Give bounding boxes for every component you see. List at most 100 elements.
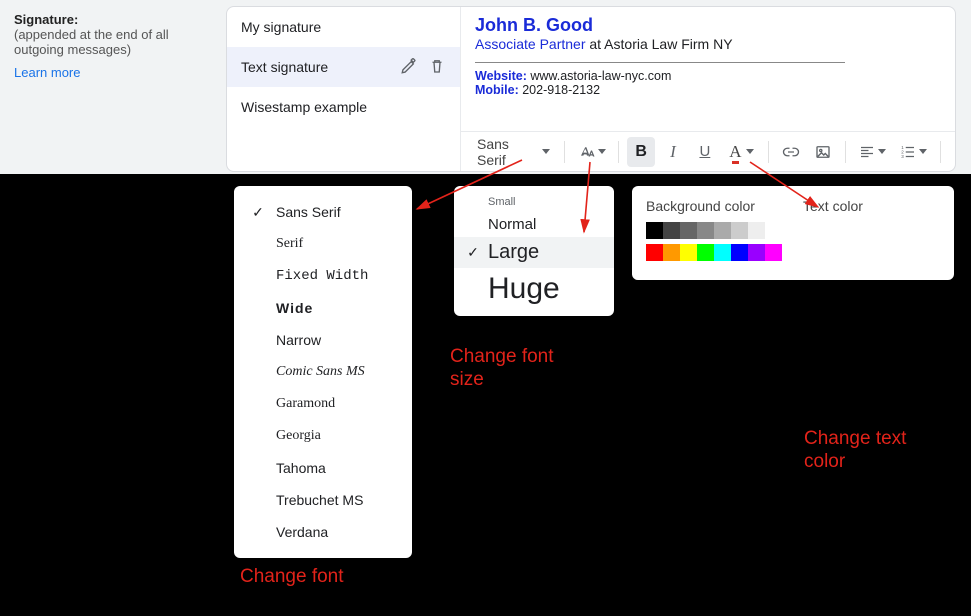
font-option[interactable]: ✓ Sans Serif (234, 196, 412, 228)
chevron-down-icon (598, 149, 606, 154)
underline-button[interactable]: U (691, 137, 719, 167)
text-color-menu: Background color Text color (632, 186, 954, 280)
chevron-down-icon (919, 149, 927, 154)
font-option[interactable]: Verdana (234, 516, 412, 548)
signature-item-0[interactable]: My signature (227, 7, 460, 47)
signature-list: My signature Text signature Wisestamp ex… (227, 7, 461, 171)
signature-item-label: My signature (241, 19, 321, 35)
font-option-label: Garamond (276, 396, 335, 412)
size-option-label: Normal (488, 216, 536, 233)
preview-role-suffix: at Astoria Law Firm NY (586, 36, 733, 52)
size-option[interactable]: ✓ Large (454, 237, 614, 268)
font-option-label: Wide (276, 300, 313, 316)
text-color-column: Text color (803, 198, 940, 266)
font-option[interactable]: Fixed Width (234, 260, 412, 292)
size-option-label: Small (488, 196, 516, 208)
toolbar-separator (564, 141, 565, 163)
size-option[interactable]: Normal (454, 212, 614, 237)
font-option[interactable]: Narrow (234, 324, 412, 356)
chevron-down-icon (878, 149, 886, 154)
font-family-label: Sans Serif (477, 136, 536, 168)
font-option-label: Trebuchet MS (276, 492, 363, 508)
font-size-menu: Small Normal ✓ Large Huge (454, 186, 614, 316)
font-option-label: Narrow (276, 332, 321, 348)
list-button[interactable]: 123 (895, 137, 932, 167)
font-option[interactable]: Garamond (234, 388, 412, 420)
align-button[interactable] (854, 137, 891, 167)
size-option-label: Large (488, 241, 539, 264)
font-option[interactable]: Serif (234, 228, 412, 260)
font-option[interactable]: Comic Sans MS (234, 356, 412, 388)
color-swatch[interactable] (680, 244, 697, 261)
settings-panel: Signature: (appended at the end of all o… (0, 0, 971, 174)
color-swatch[interactable] (663, 244, 680, 261)
color-swatch[interactable] (765, 222, 782, 239)
callout-change-size: Change font size (450, 346, 590, 392)
font-option-label: Serif (276, 236, 303, 252)
toolbar-separator (618, 141, 619, 163)
font-option[interactable]: Trebuchet MS (234, 484, 412, 516)
color-swatch[interactable] (697, 244, 714, 261)
font-family-button[interactable]: Sans Serif (471, 132, 556, 172)
font-option-label: Sans Serif (276, 204, 341, 220)
toolbar-separator (845, 141, 846, 163)
color-swatch[interactable] (748, 222, 765, 239)
color-swatch[interactable] (765, 244, 782, 261)
chevron-down-icon (746, 149, 754, 154)
preview-divider (475, 62, 845, 63)
preview-name: John B. Good (475, 15, 941, 36)
delete-icon[interactable] (428, 57, 446, 78)
font-option[interactable]: Georgia (234, 420, 412, 452)
color-swatch[interactable] (714, 222, 731, 239)
preview-website-value: www.astoria-law-nyc.com (527, 69, 671, 83)
edit-icon[interactable] (400, 57, 418, 78)
font-family-menu: ✓ Sans Serif Serif Fixed Width Wide Narrow Com… (234, 186, 412, 558)
toolbar-separator (768, 141, 769, 163)
color-swatch[interactable] (731, 222, 748, 239)
signature-item-1[interactable]: Text signature (227, 47, 460, 87)
font-option-label: Georgia (276, 428, 321, 444)
font-option-label: Comic Sans MS (276, 364, 365, 380)
color-swatch[interactable] (663, 222, 680, 239)
insert-image-button[interactable] (809, 137, 837, 167)
signature-item-2[interactable]: Wisestamp example (227, 87, 460, 127)
preview-website-label: Website: (475, 69, 527, 83)
color-swatch[interactable] (680, 222, 697, 239)
color-swatch[interactable] (714, 244, 731, 261)
check-icon: ✓ (466, 244, 480, 261)
italic-button[interactable]: I (659, 137, 687, 167)
bold-button[interactable]: B (627, 137, 655, 167)
font-option-label: Tahoma (276, 460, 326, 476)
learn-more-link[interactable]: Learn more (14, 65, 80, 80)
text-color-heading: Text color (803, 198, 940, 214)
insert-link-button[interactable] (777, 137, 805, 167)
signature-description: (appended at the end of all outgoing mes… (14, 27, 212, 57)
color-swatch[interactable] (646, 222, 663, 239)
preview-body[interactable]: John B. Good Associate Partner at Astori… (461, 7, 955, 131)
color-swatch[interactable] (748, 244, 765, 261)
signature-item-label: Wisestamp example (241, 99, 367, 115)
font-option[interactable]: Tahoma (234, 452, 412, 484)
text-color-button[interactable]: A (723, 137, 760, 167)
size-option[interactable]: Small (454, 192, 614, 212)
font-option-label: Fixed Width (276, 268, 368, 284)
background-color-heading: Background color (646, 198, 783, 214)
font-option[interactable]: Wide (234, 292, 412, 324)
font-size-button[interactable] (573, 137, 610, 167)
font-option-label: Verdana (276, 524, 328, 540)
signature-card: My signature Text signature Wisestamp ex… (226, 6, 956, 172)
size-option[interactable]: Huge (454, 268, 614, 310)
preview-mobile-label: Mobile: (475, 83, 519, 97)
background-color-column: Background color (646, 198, 783, 266)
check-icon: ✓ (250, 204, 266, 221)
toolbar-separator (940, 141, 941, 163)
color-swatch[interactable] (731, 244, 748, 261)
color-swatch[interactable] (697, 222, 714, 239)
callout-change-font: Change font (240, 566, 344, 589)
signature-heading-block: Signature: (appended at the end of all o… (0, 0, 226, 92)
format-toolbar: Sans Serif B I U A (461, 131, 955, 171)
signature-preview: John B. Good Associate Partner at Astori… (461, 7, 955, 171)
preview-mobile-value: 202-918-2132 (519, 83, 600, 97)
color-swatch[interactable] (646, 244, 663, 261)
svg-text:3: 3 (902, 154, 905, 159)
